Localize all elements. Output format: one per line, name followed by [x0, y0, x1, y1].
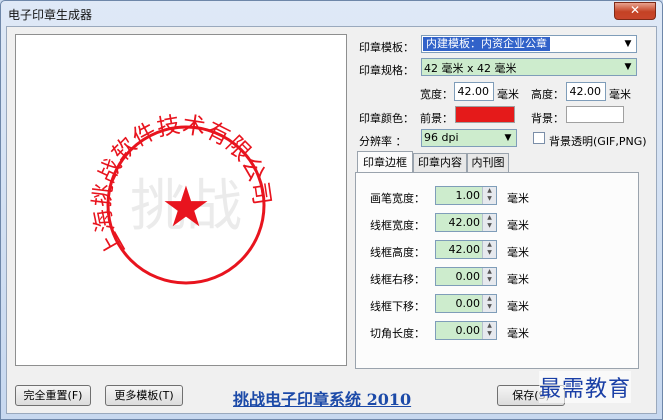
frame-right-offset-unit: 毫米 [507, 273, 529, 286]
stamp-image: 上海挑战软件技术有限公司 挑战 ★ [89, 112, 275, 285]
app-window: 电子印章生成器 ✕ 上海挑战软件技术有限公司 挑战 ★ 印章模板： 内建模板：内… [0, 0, 663, 420]
background-label: 背景： [531, 112, 564, 125]
frame-height-stepper[interactable]: 42.00 ▲ ▼ [435, 240, 497, 259]
title-bar: 电子印章生成器 ✕ [1, 1, 662, 25]
field-row: 线框高度： 42.00 ▲ ▼ 毫米 [356, 240, 638, 260]
field-row: 线框下移： 0.00 ▲ ▼ 毫米 [356, 294, 638, 314]
background-color-swatch[interactable] [566, 106, 624, 123]
height-input[interactable]: 42.00 [566, 82, 606, 101]
spin-up-icon[interactable]: ▲ [483, 295, 496, 303]
template-value: 内建模板：内资企业公章 [423, 37, 550, 51]
window-title: 电子印章生成器 [8, 8, 93, 22]
pen-width-label: 画笔宽度： [370, 192, 425, 205]
resolution-select[interactable]: 96 dpi ▼ [421, 129, 517, 147]
width-input[interactable]: 42.00 [454, 82, 494, 101]
foreground-label: 前景： [420, 112, 453, 125]
more-templates-button[interactable]: 更多模板(T) [105, 385, 183, 406]
width-unit: 毫米 [497, 88, 519, 101]
frame-right-offset-label: 线框右移： [370, 273, 425, 286]
frame-down-offset-label: 线框下移： [370, 300, 425, 313]
spin-down-icon[interactable]: ▼ [483, 222, 496, 230]
field-row: 切角长度： 0.00 ▲ ▼ 毫米 [356, 321, 638, 341]
spin-down-icon[interactable]: ▼ [483, 249, 496, 257]
chevron-down-icon[interactable]: ▼ [620, 36, 636, 52]
spin-up-icon[interactable]: ▲ [483, 187, 496, 195]
color-label: 印章颜色： [359, 112, 414, 125]
spin-up-icon[interactable]: ▲ [483, 268, 496, 276]
spin-up-icon[interactable]: ▲ [483, 241, 496, 249]
spin-down-icon[interactable]: ▼ [483, 276, 496, 284]
height-unit: 毫米 [609, 88, 631, 101]
tab-border[interactable]: 印章边框 [357, 151, 413, 172]
field-row: 线框宽度： 42.00 ▲ ▼ 毫米 [356, 213, 638, 233]
template-label: 印章模板： [359, 41, 414, 54]
spin-down-icon[interactable]: ▼ [483, 195, 496, 203]
transparent-label: 背景透明(GIF,PNG) [549, 135, 647, 148]
reset-button[interactable]: 完全重置(F) [15, 385, 91, 406]
app-title-link[interactable]: 挑战电子印章系统 2010 [233, 386, 411, 410]
spin-up-icon[interactable]: ▲ [483, 214, 496, 222]
tab-panel-border: 画笔宽度： 1.00 ▲ ▼ 毫米 线框宽度： 42.00 ▲ ▼ 毫米 线框高… [355, 172, 639, 369]
resolution-value: 96 dpi [424, 131, 459, 144]
tab-content[interactable]: 印章内容 [413, 153, 467, 172]
corner-watermark: 最需教育 [539, 371, 632, 403]
spin-up-icon[interactable]: ▲ [483, 322, 496, 330]
frame-down-offset-value: 0.00 [455, 297, 481, 310]
tab-inner-image[interactable]: 内刊图 [467, 153, 509, 172]
frame-down-offset-unit: 毫米 [507, 300, 529, 313]
corner-length-label: 切角长度： [370, 327, 425, 340]
frame-width-stepper[interactable]: 42.00 ▲ ▼ [435, 213, 497, 232]
settings-tabs: 印章边框 印章内容 内刊图 画笔宽度： 1.00 ▲ ▼ 毫米 线框宽度： 42.… [355, 151, 639, 369]
frame-width-unit: 毫米 [507, 219, 529, 232]
template-select[interactable]: 内建模板：内资企业公章 ▼ [421, 35, 637, 53]
field-row: 线框右移： 0.00 ▲ ▼ 毫米 [356, 267, 638, 287]
pen-width-stepper[interactable]: 1.00 ▲ ▼ [435, 186, 497, 205]
client-area: 上海挑战软件技术有限公司 挑战 ★ 印章模板： 内建模板：内资企业公章 ▼ 印章… [6, 26, 657, 414]
frame-right-offset-value: 0.00 [455, 270, 481, 283]
chevron-down-icon[interactable]: ▼ [500, 130, 516, 146]
transparent-checkbox[interactable] [533, 132, 545, 144]
star-icon: ★ [161, 175, 211, 240]
frame-height-label: 线框高度： [370, 246, 425, 259]
spin-down-icon[interactable]: ▼ [483, 330, 496, 338]
frame-down-offset-stepper[interactable]: 0.00 ▲ ▼ [435, 294, 497, 313]
pen-width-unit: 毫米 [507, 192, 529, 205]
spec-value: 42 毫米 x 42 毫米 [424, 62, 517, 75]
resolution-label: 分辨率 ： [359, 135, 407, 148]
frame-width-label: 线框宽度： [370, 219, 425, 232]
frame-height-unit: 毫米 [507, 246, 529, 259]
frame-width-value: 42.00 [448, 216, 481, 229]
chevron-down-icon[interactable]: ▼ [620, 59, 636, 75]
height-label: 高度： [531, 88, 564, 101]
foreground-color-swatch[interactable] [455, 106, 515, 123]
frame-height-value: 42.00 [448, 243, 481, 256]
corner-length-stepper[interactable]: 0.00 ▲ ▼ [435, 321, 497, 340]
pen-width-value: 1.00 [455, 189, 481, 202]
corner-length-value: 0.00 [455, 324, 481, 337]
frame-right-offset-stepper[interactable]: 0.00 ▲ ▼ [435, 267, 497, 286]
spec-label: 印章规格： [359, 64, 414, 77]
corner-length-unit: 毫米 [507, 327, 529, 340]
spec-select[interactable]: 42 毫米 x 42 毫米 ▼ [421, 58, 637, 76]
width-label: 宽度： [420, 88, 453, 101]
close-button[interactable]: ✕ [614, 2, 656, 20]
stamp-preview: 上海挑战软件技术有限公司 挑战 ★ [15, 34, 347, 366]
field-row: 画笔宽度： 1.00 ▲ ▼ 毫米 [356, 186, 638, 206]
spin-down-icon[interactable]: ▼ [483, 303, 496, 311]
